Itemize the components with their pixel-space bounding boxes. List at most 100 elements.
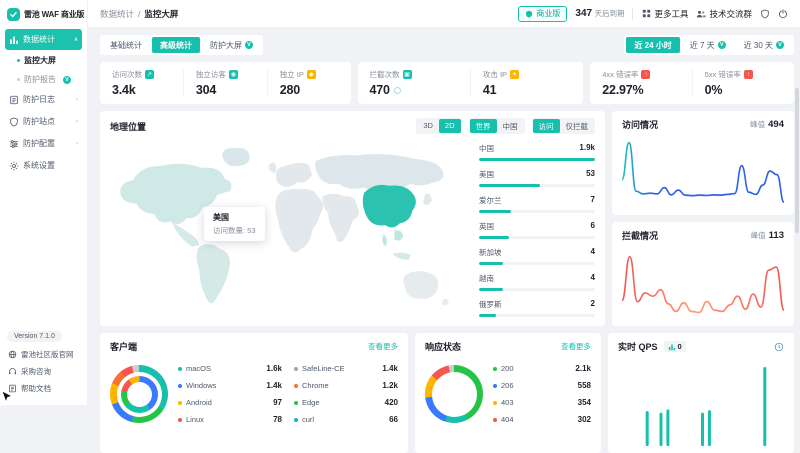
sidebar-item-protect-report[interactable]: 防护报告 V	[5, 70, 82, 89]
dot-icon	[493, 417, 497, 422]
version-badge: Version 7.1.0	[7, 331, 62, 342]
sidebar-footer: Version 7.1.0 雷池社区版官网 采购咨询 帮助文档	[0, 325, 87, 405]
tech-group-button[interactable]: 技术交流群	[696, 8, 752, 20]
sidebar-item-protect-logs[interactable]: 防护日志 ›	[5, 89, 82, 110]
community-site-link[interactable]: 雷池社区版官网	[7, 346, 80, 363]
tab-advanced-stats[interactable]: 高级统计	[152, 37, 200, 53]
safeline-logo-icon	[7, 8, 20, 21]
dot-icon	[294, 400, 298, 405]
tab-7d[interactable]: 近 7 天V	[682, 37, 734, 53]
logout-icon[interactable]	[778, 8, 788, 19]
sidebar-item-system-settings[interactable]: 系统设置	[5, 155, 82, 176]
stats-row: 访问次数 ↗ 3.4k 独立访客 ◉ 304 独立 IP ◆ 280 拦截次数 ▣ 470 攻击 IP ✦…	[100, 62, 794, 104]
help-docs-link[interactable]: 帮助文档	[7, 380, 80, 397]
client-item-SafeLine-CE: SafeLine-CE 1.4k	[294, 360, 398, 377]
blocks-peak: 峰值 113	[750, 230, 784, 241]
headset-icon	[7, 367, 17, 376]
stat-unique-visitors: 独立访客 ◉ 304	[182, 69, 267, 97]
visits-peak: 峰值 494	[750, 119, 784, 130]
tab-24h[interactable]: 近 24 小时	[626, 37, 680, 53]
dot-icon	[493, 400, 497, 405]
chevron-icon: ›	[76, 118, 78, 125]
china-region	[362, 184, 416, 228]
country-row: 中国 1.9k	[479, 143, 595, 161]
shield-icon[interactable]	[760, 9, 770, 19]
breadcrumb: 数据统计 / 监控大屏	[100, 8, 178, 20]
dot-icon	[294, 366, 298, 371]
time-range-tabs: 近 24 小时近 7 天V近 30 天V	[624, 35, 794, 55]
visits-icon: ↗	[145, 70, 154, 79]
world-map[interactable]: 美国 访问数量: 53	[108, 141, 466, 320]
stats-tabs: 基础统计 高级统计 防护大屏 V	[100, 35, 263, 55]
world-map-svg	[120, 147, 449, 306]
stats-card: 4xx 错误率 ↑ 22.97% 5xx 错误率 ↑ 0%	[590, 62, 794, 104]
more-tools-button[interactable]: 更多工具	[641, 8, 688, 20]
vip-badge: V	[776, 41, 784, 49]
status-item-404: 404 302	[493, 411, 591, 428]
edition-badge[interactable]: 商业版	[518, 5, 568, 22]
purchase-link[interactable]: 采购咨询	[7, 363, 80, 380]
visits-chart-card: 访问情况 峰值 494	[612, 111, 794, 215]
sidebar-item-protect-config[interactable]: 防护配置 ›	[5, 133, 82, 154]
dot-icon	[178, 417, 182, 422]
tab-basic-stats[interactable]: 基础统计	[102, 37, 150, 53]
client-item-Linux: Linux 78	[178, 411, 282, 428]
geo-title: 地理位置	[110, 121, 147, 132]
mini-bars-icon	[668, 344, 675, 350]
stat-err-5xx: 5xx 错误率 ↑ 0%	[691, 69, 794, 97]
expiry-info: 347 天后到期	[575, 8, 625, 19]
tab-protect-screen[interactable]: 防护大屏 V	[202, 37, 261, 53]
mouse-cursor	[1, 390, 13, 404]
clients-donut-chart	[110, 365, 168, 423]
app-title: 雷池 WAF 商业版	[24, 10, 85, 19]
country-row: 英国 6	[479, 221, 595, 239]
toggle-dimension-3D[interactable]: 3D	[417, 119, 439, 133]
status-item-200: 200 2.1k	[493, 360, 591, 377]
dot-icon	[178, 383, 182, 388]
status-more-link[interactable]: 查看更多	[561, 341, 591, 352]
client-item-Edge: Edge 420	[294, 394, 398, 411]
sidebar-item-protect-sites[interactable]: 防护站点 ›	[5, 111, 82, 132]
dot-icon	[178, 400, 182, 405]
country-ranking: 中国 1.9k 美国 53 爱尔兰 7 英国 6 新加坡 4 越南 4 俄罗斯 2	[479, 143, 595, 325]
dot-icon	[17, 78, 20, 81]
history-clock-icon[interactable]	[774, 342, 784, 352]
blocks-line-chart	[622, 255, 784, 314]
client-item-Chrome: Chrome 1.2k	[294, 377, 398, 394]
blocks-chart-title: 拦截情况	[622, 231, 659, 241]
stat-attack-ip: 攻击 IP ✦ 41	[469, 69, 583, 97]
vip-badge: V	[717, 41, 726, 49]
vip-badge: V	[245, 41, 253, 49]
toggle-mode-仅拦截[interactable]: 仅拦截	[560, 119, 595, 133]
circle-icon	[393, 86, 401, 94]
visits-chart-title: 访问情况	[622, 120, 659, 130]
toggle-dimension-2D[interactable]: 2D	[438, 119, 461, 133]
sidebar-item-monitor-screen[interactable]: 监控大屏	[5, 51, 82, 70]
status-item-206: 206 558	[493, 377, 591, 394]
err-4xx-icon: ↑	[641, 70, 651, 79]
err-5xx-icon: ↑	[743, 70, 753, 79]
clients-more-link[interactable]: 查看更多	[368, 341, 398, 352]
scrollbar-thumb[interactable]	[795, 88, 799, 233]
stat-unique-ip: 独立 IP ◆ 280	[266, 69, 351, 97]
breadcrumb-parent[interactable]: 数据统计	[100, 8, 134, 20]
country-row: 俄罗斯 2	[479, 299, 595, 317]
toggle-group-scope: 世界 中国	[468, 118, 525, 134]
sidebar: 雷池 WAF 商业版 数据统计 ∧ 监控大屏 防护报告 V 防护日志 › 防护站点 › 防护配置 ›…	[0, 0, 88, 405]
content: 基础统计 高级统计 防护大屏 V 近 24 小时近 7 天V近 30 天V 访问次数 ↗…	[88, 28, 800, 453]
stats-card: 访问次数 ↗ 3.4k 独立访客 ◉ 304 独立 IP ◆ 280	[100, 62, 351, 104]
toggle-scope-世界[interactable]: 世界	[469, 119, 497, 133]
toggle-group-mode: 访问 仅拦截	[531, 118, 595, 134]
toggle-mode-访问[interactable]: 访问	[532, 119, 560, 133]
sidebar-item-data-stats[interactable]: 数据统计 ∧	[5, 29, 82, 50]
client-item-macOS: macOS 1.6k	[178, 360, 282, 377]
unique-ip-icon: ◆	[306, 70, 316, 79]
toggle-group-dimension: 3D 2D	[416, 118, 462, 134]
config-icon	[9, 139, 19, 149]
log-icon	[9, 95, 19, 105]
tab-30d[interactable]: 近 30 天V	[736, 37, 792, 53]
diamond-icon	[526, 10, 533, 18]
toggle-scope-中国[interactable]: 中国	[497, 119, 524, 133]
topbar: 数据统计 / 监控大屏 商业版 347 天后到期 更多工具 技术交流群	[88, 0, 800, 28]
country-row: 美国 53	[479, 169, 595, 187]
